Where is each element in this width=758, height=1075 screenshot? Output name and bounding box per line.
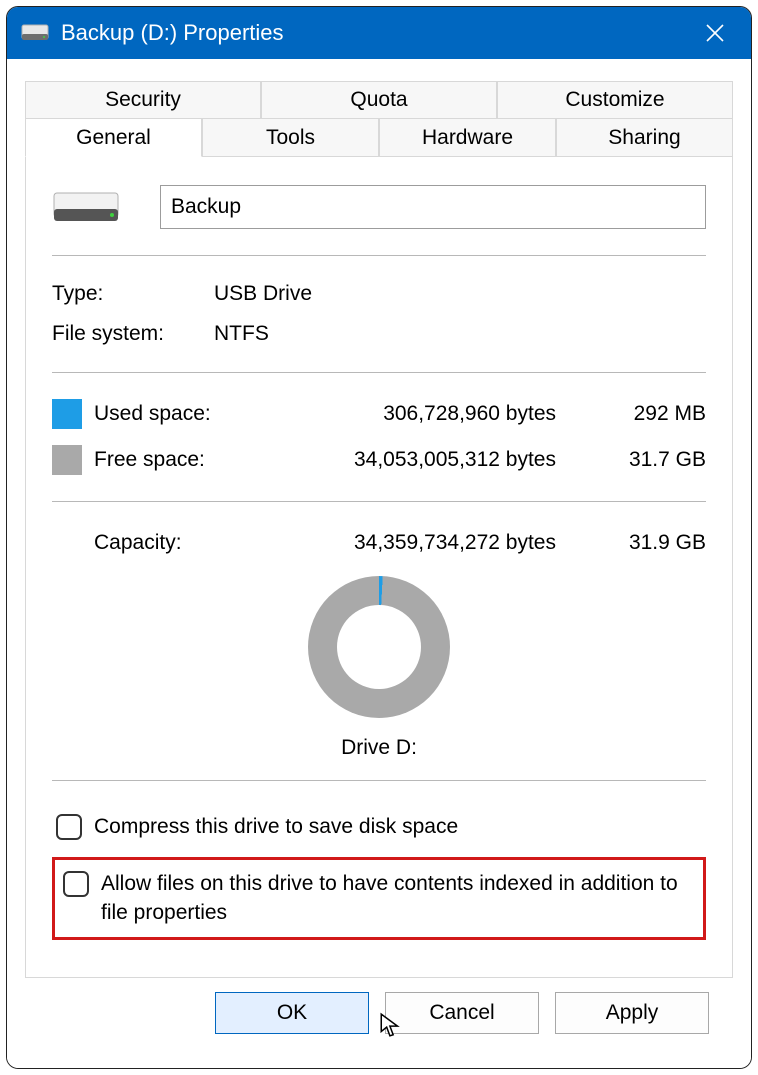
button-label: Apply [606,1001,659,1025]
type-value: USB Drive [214,282,312,306]
tab-general[interactable]: General [25,119,202,157]
free-bytes: 34,053,005,312 bytes [249,448,596,472]
drive-icon [52,187,120,227]
separator [52,372,706,373]
tab-label: Security [105,88,181,112]
ok-button[interactable]: OK [215,992,369,1034]
drive-name-input[interactable] [160,185,706,229]
titlebar: Backup (D:) Properties [7,7,751,59]
button-label: OK [277,1001,307,1025]
tab-security[interactable]: Security [25,81,261,119]
tab-label: Quota [350,88,407,112]
usage-pie-chart [308,576,450,718]
properties-window: Backup (D:) Properties Security Quota Cu… [6,6,752,1069]
used-bytes: 306,728,960 bytes [249,402,596,426]
tab-hardware[interactable]: Hardware [379,119,556,157]
tab-label: Hardware [422,126,513,150]
dialog-buttons: OK Cancel Apply [25,978,733,1058]
tab-pane-general: Type: USB Drive File system: NTFS Used s… [25,157,733,978]
used-label: Used space: [94,402,249,426]
separator [52,501,706,502]
checkbox-compress-label: Compress this drive to save disk space [94,813,458,841]
tabs: Security Quota Customize General Tools H… [25,81,733,157]
free-hr: 31.7 GB [596,448,706,472]
capacity-label: Capacity: [52,531,249,555]
checkbox-compress[interactable] [56,814,82,840]
tab-label: General [76,126,151,150]
free-swatch-icon [52,445,82,475]
button-label: Cancel [429,1001,494,1025]
checkbox-index-label: Allow files on this drive to have conten… [101,870,695,927]
window-title: Backup (D:) Properties [61,20,284,46]
tab-sharing[interactable]: Sharing [556,119,733,157]
used-swatch-icon [52,399,82,429]
close-icon [705,23,725,43]
client-area: Security Quota Customize General Tools H… [7,59,751,1068]
close-button[interactable] [693,11,737,55]
fs-value: NTFS [214,322,269,346]
used-hr: 292 MB [596,402,706,426]
cancel-button[interactable]: Cancel [385,992,539,1034]
drive-icon-titlebar [21,23,49,43]
capacity-bytes: 34,359,734,272 bytes [249,531,596,555]
tab-customize[interactable]: Customize [497,81,733,119]
pie-label: Drive D: [341,736,417,760]
tab-label: Tools [266,126,315,150]
separator [52,780,706,781]
tab-quota[interactable]: Quota [261,81,497,119]
fs-label: File system: [52,322,202,346]
tab-label: Customize [565,88,664,112]
highlight-box: Allow files on this drive to have conten… [52,857,706,940]
free-label: Free space: [94,448,249,472]
tab-label: Sharing [608,126,680,150]
capacity-hr: 31.9 GB [596,531,706,555]
separator [52,255,706,256]
apply-button[interactable]: Apply [555,992,709,1034]
tab-tools[interactable]: Tools [202,119,379,157]
checkbox-index[interactable] [63,871,89,897]
type-label: Type: [52,282,202,306]
